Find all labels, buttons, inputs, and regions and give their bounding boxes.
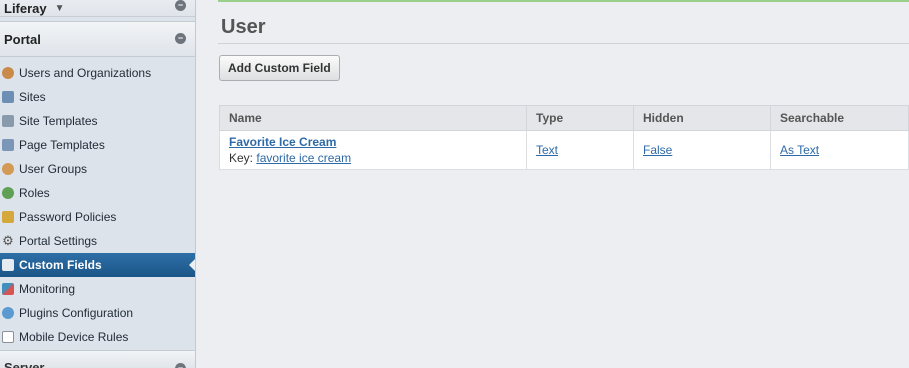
divider [218,43,909,44]
monitoring-icon [2,283,14,295]
sidebar-item-label: Users and Organizations [19,66,152,80]
panel-title: Server [4,360,45,368]
portal-menu: Users and Organizations Sites Site Templ… [0,57,195,349]
roles-icon [2,187,14,199]
user-groups-icon [2,163,14,175]
panel-header-server[interactable]: Server − [0,350,195,368]
field-name-link[interactable]: Favorite Ice Cream [229,135,336,149]
sidebar-item-label: Site Templates [19,114,98,128]
field-key-link[interactable]: favorite ice cream [256,151,351,165]
column-header-hidden[interactable]: Hidden [633,105,771,131]
page-title: User [221,16,266,38]
column-header-searchable[interactable]: Searchable [770,105,909,131]
sidebar-item-sites[interactable]: Sites [0,85,195,109]
collapse-icon[interactable]: − [175,0,186,11]
sidebar-item-label: Custom Fields [19,258,102,272]
custom-fields-table: Name Type Hidden Searchable Favorite Ice… [219,105,909,170]
sidebar-item-page-templates[interactable]: Page Templates [0,133,195,157]
sidebar-item-label: Monitoring [19,282,76,296]
sidebar-item-label: Plugins Configuration [19,306,134,320]
sidebar-item-label: Portal Settings [19,234,98,248]
sidebar-item-monitoring[interactable]: Monitoring [0,277,195,301]
sidebar-item-label: Password Policies [19,210,117,224]
sites-icon [2,91,14,103]
users-icon [2,67,14,79]
control-panel-sidebar: Liferay ▼ − Portal − Users and Organizat… [0,0,196,368]
site-name: Liferay [4,0,47,16]
plugins-icon [2,307,14,319]
type-link[interactable]: Text [536,143,558,157]
column-header-name[interactable]: Name [219,105,527,131]
mobile-device-icon [2,331,14,343]
sidebar-item-plugins-configuration[interactable]: Plugins Configuration [0,301,195,325]
type-cell: Text [526,130,634,170]
key-label: Key: [229,151,254,165]
chevron-down-icon[interactable]: ▼ [55,3,65,14]
hidden-link[interactable]: False [643,143,672,157]
success-divider [218,0,909,2]
searchable-link[interactable]: As Text [780,143,819,157]
sidebar-item-password-policies[interactable]: Password Policies [0,205,195,229]
password-policies-icon [2,211,14,223]
searchable-cell: As Text [770,130,909,170]
name-cell: Favorite Ice Cream Key: favorite ice cre… [219,130,527,170]
sidebar-item-label: Sites [19,90,46,104]
sidebar-item-site-templates[interactable]: Site Templates [0,109,195,133]
page-templates-icon [2,139,14,151]
panel-header-portal[interactable]: Portal − [0,21,195,57]
site-templates-icon [2,115,14,127]
column-header-type[interactable]: Type [526,105,634,131]
add-custom-field-button[interactable]: Add Custom Field [219,55,340,81]
table-header-row: Name Type Hidden Searchable [219,105,909,131]
sidebar-item-mobile-device-rules[interactable]: Mobile Device Rules [0,325,195,349]
sidebar-item-label: Page Templates [19,138,105,152]
gear-icon: ⚙ [2,233,14,248]
sidebar-item-users-and-organizations[interactable]: Users and Organizations [0,61,195,85]
panel-title: Portal [4,31,41,47]
table-row: Favorite Ice Cream Key: favorite ice cre… [219,130,909,170]
sidebar-item-label: User Groups [19,162,88,176]
custom-fields-icon [2,259,14,271]
sidebar-item-portal-settings[interactable]: ⚙ Portal Settings [0,229,195,253]
sidebar-item-user-groups[interactable]: User Groups [0,157,195,181]
sidebar-item-custom-fields[interactable]: Custom Fields [0,253,195,277]
collapse-icon[interactable]: − [175,33,186,44]
main-content: User Add Custom Field Name Type Hidden S… [196,0,909,368]
sidebar-item-label: Roles [19,186,50,200]
site-selector[interactable]: Liferay ▼ − [0,0,195,17]
sidebar-item-roles[interactable]: Roles [0,181,195,205]
collapse-icon[interactable]: − [175,363,186,368]
sidebar-item-label: Mobile Device Rules [19,330,129,344]
hidden-cell: False [633,130,771,170]
